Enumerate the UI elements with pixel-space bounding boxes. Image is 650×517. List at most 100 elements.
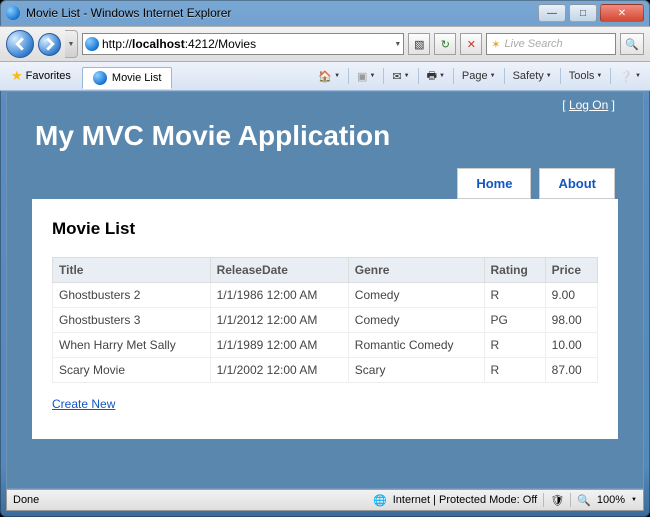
home-icon-button[interactable]: 🏠▼	[313, 65, 345, 87]
stop-button[interactable]: ✕	[460, 33, 482, 55]
chevron-down-icon: ▼	[404, 73, 410, 79]
cell-genre: Comedy	[348, 283, 484, 308]
cell-title: Ghostbusters 3	[53, 308, 211, 333]
cell-rating: R	[484, 283, 545, 308]
safety-menu-label: Safety	[513, 70, 544, 82]
zoom-level[interactable]: 100%	[597, 494, 625, 506]
cell-releaseDate: 1/1/1989 12:00 AM	[210, 333, 348, 358]
logon-link[interactable]: Log On	[569, 98, 608, 112]
search-icon: ✶	[491, 38, 500, 51]
search-input[interactable]: ✶ Live Search	[486, 33, 616, 55]
print-icon: 🖶	[427, 67, 437, 86]
create-new-link[interactable]: Create New	[52, 397, 115, 411]
status-right: 🌐 Internet | Protected Mode: Off 🛡 🔍 100…	[373, 493, 637, 507]
favorites-label: Favorites	[26, 70, 71, 82]
broken-page-icon: ▧	[414, 38, 424, 51]
separator	[418, 68, 419, 84]
protected-mode-icon: 🛡	[550, 494, 564, 507]
chevron-down-icon: ▼	[334, 73, 340, 79]
cell-price: 87.00	[545, 358, 597, 383]
arrow-right-icon	[43, 37, 57, 51]
help-button[interactable]: ❔▼	[614, 65, 646, 87]
tab-title: Movie List	[112, 72, 162, 84]
security-zone: Internet | Protected Mode: Off	[393, 494, 538, 506]
cell-rating: PG	[484, 308, 545, 333]
separator	[570, 493, 571, 507]
url-host: localhost	[132, 37, 185, 51]
favorites-button[interactable]: ★ Favorites	[4, 65, 78, 87]
feeds-button[interactable]: ▣▼	[352, 65, 380, 87]
refresh-icon: ↻	[441, 38, 450, 51]
cell-rating: R	[484, 333, 545, 358]
command-bar: 🏠▼ ▣▼ ✉▼ 🖶▼ Page▼ Safety▼ Tools▼ ❔▼	[313, 65, 646, 87]
window-titlebar: Movie List - Windows Internet Explorer —…	[0, 0, 650, 26]
col-releasedate: ReleaseDate	[210, 258, 348, 283]
cell-genre: Scary	[348, 358, 484, 383]
command-toolbar: ★ Favorites Movie List 🏠▼ ▣▼ ✉▼ 🖶▼ Page▼…	[0, 62, 650, 91]
arrow-left-icon	[13, 37, 27, 51]
refresh-button[interactable]: ↻	[434, 33, 456, 55]
chevron-down-icon: ▼	[546, 73, 552, 79]
address-bar[interactable]: http://localhost:4212/Movies ▼	[82, 33, 404, 55]
star-icon: ★	[11, 68, 23, 84]
cell-genre: Comedy	[348, 308, 484, 333]
separator	[610, 68, 611, 84]
tools-menu-button[interactable]: Tools▼	[564, 65, 608, 87]
forward-button[interactable]	[38, 33, 61, 56]
safety-menu-button[interactable]: Safety▼	[508, 65, 557, 87]
mail-icon: ✉	[392, 70, 401, 83]
browser-tab[interactable]: Movie List	[82, 67, 173, 89]
chevron-down-icon[interactable]: ▼	[631, 497, 637, 503]
page-body: [ Log On ] My MVC Movie Application Home…	[7, 92, 643, 488]
logon-row: [ Log On ]	[7, 92, 643, 112]
mail-button[interactable]: ✉▼	[387, 65, 414, 87]
maximize-button[interactable]: □	[569, 4, 597, 22]
page-title: My MVC Movie Application	[7, 112, 643, 168]
menu-about-button[interactable]: About	[539, 168, 615, 199]
menu-home-button[interactable]: Home	[457, 168, 531, 199]
cell-releaseDate: 1/1/2012 12:00 AM	[210, 308, 348, 333]
col-rating: Rating	[484, 258, 545, 283]
cell-releaseDate: 1/1/2002 12:00 AM	[210, 358, 348, 383]
content-panel: Movie List Title ReleaseDate Genre Ratin…	[32, 199, 618, 439]
browser-window: Movie List - Windows Internet Explorer —…	[0, 0, 650, 517]
ie-favicon-icon	[6, 6, 20, 20]
cell-price: 9.00	[545, 283, 597, 308]
home-icon: 🏠	[318, 70, 332, 83]
col-price: Price	[545, 258, 597, 283]
table-row: Scary Movie1/1/2002 12:00 AMScaryR87.00	[53, 358, 598, 383]
window-title: Movie List - Windows Internet Explorer	[26, 6, 538, 20]
separator	[348, 68, 349, 84]
separator	[453, 68, 454, 84]
cell-title: When Harry Met Sally	[53, 333, 211, 358]
cell-title: Scary Movie	[53, 358, 211, 383]
print-button[interactable]: 🖶▼	[422, 65, 450, 87]
col-title: Title	[53, 258, 211, 283]
cell-title: Ghostbusters 2	[53, 283, 211, 308]
chevron-down-icon: ▼	[596, 73, 602, 79]
back-button[interactable]	[6, 30, 34, 58]
url-text: http://localhost:4212/Movies	[102, 37, 391, 51]
site-favicon-icon	[85, 37, 99, 51]
chevron-down-icon[interactable]: ▼	[394, 41, 401, 48]
minimize-button[interactable]: —	[538, 4, 566, 22]
tab-favicon-icon	[93, 71, 107, 85]
table-row: Ghostbusters 21/1/1986 12:00 AMComedyR9.…	[53, 283, 598, 308]
page-menu-button[interactable]: Page▼	[457, 65, 501, 87]
search-go-button[interactable]: 🔍	[620, 33, 644, 55]
tools-menu-label: Tools	[569, 70, 595, 82]
help-icon: ❔	[619, 70, 633, 83]
viewport: [ Log On ] My MVC Movie Application Home…	[6, 91, 644, 489]
chevron-down-icon: ▼	[369, 73, 375, 79]
close-button[interactable]: ✕	[600, 4, 644, 22]
compat-view-button[interactable]: ▧	[408, 33, 430, 55]
separator	[543, 493, 544, 507]
cell-genre: Romantic Comedy	[348, 333, 484, 358]
table-header-row: Title ReleaseDate Genre Rating Price	[53, 258, 598, 283]
separator	[560, 68, 561, 84]
cell-price: 98.00	[545, 308, 597, 333]
cell-releaseDate: 1/1/1986 12:00 AM	[210, 283, 348, 308]
nav-history-dropdown[interactable]: ▼	[65, 30, 78, 58]
zoom-icon: 🔍	[577, 494, 591, 507]
globe-icon: 🌐	[373, 494, 387, 507]
